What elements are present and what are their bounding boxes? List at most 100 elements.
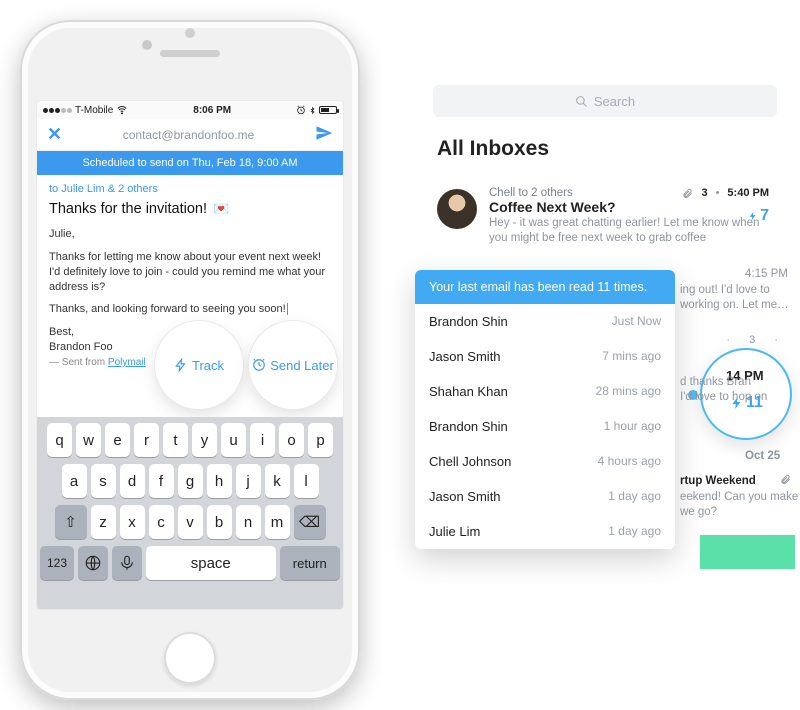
- to-field[interactable]: to Julie Lim & 2 others: [49, 183, 331, 195]
- read-receipt-row: Jason Smith7 mins ago: [415, 339, 675, 374]
- search-icon: [575, 95, 588, 108]
- mail-snippet: Hey - it was great chatting earlier! Let…: [489, 216, 771, 246]
- from-address: contact@brandonfoo.me: [123, 128, 255, 142]
- read-receipt-row: Julie Lim1 day ago: [415, 514, 675, 549]
- key-s[interactable]: s: [91, 464, 116, 498]
- read-time: 4 hours ago: [598, 454, 661, 469]
- paperclip-icon: [780, 472, 791, 490]
- key-b[interactable]: b: [207, 505, 232, 539]
- alarm-icon: [296, 105, 306, 115]
- send-later-label: Send Later: [270, 358, 334, 373]
- key-x[interactable]: x: [120, 505, 145, 539]
- mail-snippet-partial: we go?: [680, 505, 717, 520]
- ios-keyboard[interactable]: qwertyuiop asdfghjkl ⇧ zxcvbnm ⌫ 123 spa…: [37, 417, 343, 609]
- polymail-link[interactable]: Polymail: [108, 357, 146, 368]
- mail-subject: Coffee Next Week?: [489, 199, 771, 216]
- key-p[interactable]: p: [308, 423, 333, 457]
- return-key[interactable]: return: [280, 546, 340, 580]
- compose-actions: Track Send Later: [155, 321, 337, 409]
- close-button[interactable]: ✕: [47, 124, 62, 145]
- key-m[interactable]: m: [265, 505, 290, 539]
- mail-snippet-partial: eekend! Can you make: [680, 490, 798, 505]
- read-receipt-row: Brandon Shin 1 hour ago: [415, 409, 675, 444]
- key-t[interactable]: t: [163, 423, 188, 457]
- key-c[interactable]: c: [149, 505, 174, 539]
- reader-name: Brandon Shin: [429, 419, 508, 434]
- send-button[interactable]: [315, 124, 333, 145]
- mail-time: 5:40 PM: [727, 187, 769, 199]
- page-title: All Inboxes: [437, 137, 773, 161]
- key-w[interactable]: w: [76, 423, 101, 457]
- key-r[interactable]: r: [134, 423, 159, 457]
- phone-screen: T-Mobile 8:06 PM ✕ contact@brandonfoo.me…: [36, 100, 344, 610]
- heart-emoji-icon: 💌: [213, 201, 229, 217]
- highlight-dots: · 3 ·: [726, 334, 786, 346]
- wifi-icon: [116, 105, 128, 115]
- mail-snippet-partial: working on. Let me…: [680, 298, 789, 313]
- key-a[interactable]: a: [62, 464, 87, 498]
- key-e[interactable]: e: [105, 423, 130, 457]
- paper-plane-icon: [315, 124, 333, 142]
- key-y[interactable]: y: [192, 423, 217, 457]
- status-time: 8:06 PM: [193, 105, 231, 116]
- mail-time-partial: 4:15 PM: [745, 268, 788, 280]
- key-k[interactable]: k: [265, 464, 290, 498]
- mail-count: 3: [701, 187, 707, 199]
- reader-name: Shahan Khan: [429, 384, 508, 399]
- key-l[interactable]: l: [294, 464, 319, 498]
- backspace-key[interactable]: ⌫: [294, 505, 326, 539]
- mail-item-coffee[interactable]: Chell to 2 others Coffee Next Week? Hey …: [415, 179, 795, 256]
- key-z[interactable]: z: [91, 505, 116, 539]
- mic-key[interactable]: [112, 546, 142, 580]
- key-i[interactable]: i: [250, 423, 275, 457]
- read-time: 1 day ago: [608, 489, 661, 504]
- key-v[interactable]: v: [178, 505, 203, 539]
- reader-name: Brandon Shin: [429, 314, 508, 329]
- track-label: Track: [192, 358, 224, 373]
- read-receipt-row: Jason Smith 1 day ago: [415, 479, 675, 514]
- reader-name: Jason Smith: [429, 489, 501, 504]
- read-receipt-row: Shahan Khan 28 mins ago: [415, 374, 675, 409]
- clock-arrow-icon: [252, 358, 266, 372]
- subject-field[interactable]: Thanks for the invitation! 💌: [49, 195, 331, 227]
- key-f[interactable]: f: [149, 464, 174, 498]
- shift-key[interactable]: ⇧: [55, 505, 87, 539]
- battery-icon: [319, 106, 337, 114]
- bolt-count: 7: [760, 207, 769, 225]
- swipe-action[interactable]: [700, 535, 795, 569]
- reader-name: Jason Smith: [429, 349, 501, 364]
- read-time: 1 hour ago: [604, 419, 661, 434]
- popover-header: Your last email has been read 11 times.: [415, 270, 675, 304]
- key-o[interactable]: o: [279, 423, 304, 457]
- numbers-key[interactable]: 123: [40, 546, 74, 580]
- key-u[interactable]: u: [221, 423, 246, 457]
- mic-icon: [118, 554, 136, 572]
- read-time: 28 mins ago: [596, 384, 661, 399]
- key-q[interactable]: q: [47, 423, 72, 457]
- sent-from-prefix: — Sent from: [49, 357, 108, 368]
- body-para1: Thanks for letting me know about your ev…: [49, 250, 331, 295]
- key-h[interactable]: h: [207, 464, 232, 498]
- mail-subject-partial: rtup Weekend: [680, 474, 756, 489]
- key-d[interactable]: d: [120, 464, 145, 498]
- space-key[interactable]: space: [146, 546, 276, 580]
- track-bubble[interactable]: Track: [155, 321, 243, 409]
- read-receipt-row: Chell Johnson 4 hours ago: [415, 444, 675, 479]
- body-para2: Thanks, and looking forward to seeing yo…: [49, 302, 331, 317]
- paperclip-icon: [682, 188, 693, 199]
- avatar: [437, 189, 477, 229]
- subject-text: Thanks for the invitation!: [49, 201, 207, 217]
- iphone-device: T-Mobile 8:06 PM ✕ contact@brandonfoo.me…: [20, 20, 360, 700]
- home-button[interactable]: [164, 632, 216, 684]
- mail-snippet-partial: I'd love to hop on: [680, 391, 767, 403]
- carrier-label: T-Mobile: [75, 105, 113, 116]
- key-g[interactable]: g: [178, 464, 203, 498]
- globe-key[interactable]: [78, 546, 108, 580]
- phone-speaker: [160, 50, 220, 57]
- send-later-bubble[interactable]: Send Later: [249, 321, 337, 409]
- reader-name: Chell Johnson: [429, 454, 511, 469]
- key-n[interactable]: n: [236, 505, 261, 539]
- search-bar[interactable]: Search: [433, 85, 777, 117]
- key-j[interactable]: j: [236, 464, 261, 498]
- read-receipts-popover: Your last email has been read 11 times. …: [415, 270, 675, 549]
